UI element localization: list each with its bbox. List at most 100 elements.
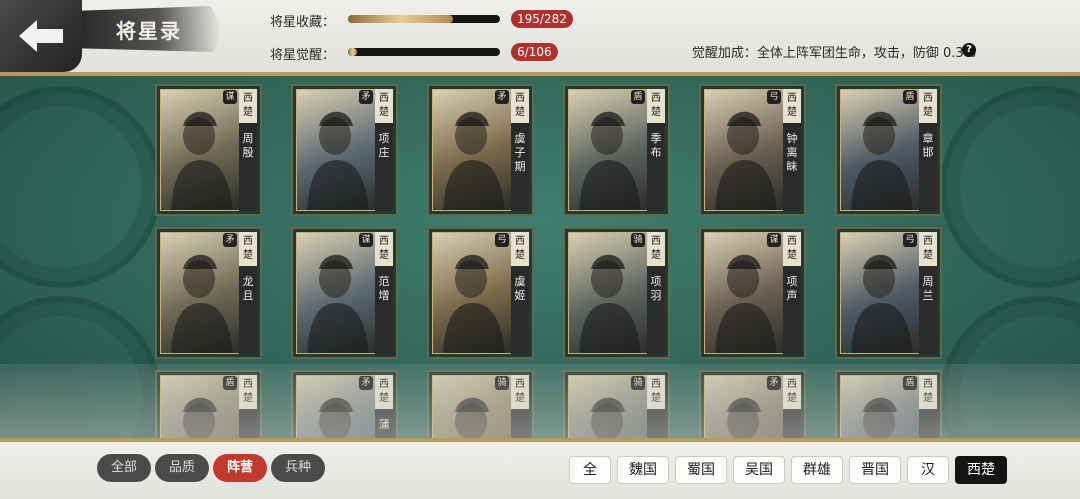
general-name: 章邯 [922, 132, 934, 159]
troop-class-badge: 骑 [495, 376, 509, 390]
faction-tag: 西楚 [239, 232, 257, 266]
general-card[interactable]: 西楚谋项声 [699, 227, 806, 359]
faction-tag: 西楚 [239, 89, 257, 123]
portrait-figure-icon [171, 254, 233, 353]
general-name: 项庄 [378, 132, 390, 159]
faction-tag: 西楚 [375, 232, 393, 266]
collection-progress-bar [348, 15, 500, 23]
general-card[interactable]: 西楚盾季布 [563, 84, 670, 216]
back-button[interactable] [0, 0, 82, 72]
general-name: 周兰 [922, 275, 934, 302]
general-portrait [704, 232, 784, 354]
general-portrait [568, 232, 648, 354]
faction-tag: 西楚 [239, 375, 257, 409]
general-portrait [840, 232, 920, 354]
portrait-figure-icon [307, 111, 369, 210]
portrait-figure-icon [579, 111, 641, 210]
faction-filter-button[interactable]: 汉 [907, 456, 949, 484]
faction-tag: 西楚 [919, 232, 937, 266]
portrait-figure-icon [715, 111, 777, 210]
faction-tag: 西楚 [511, 232, 529, 266]
general-card[interactable]: 西楚谋周殷 [155, 84, 262, 216]
faction-tag: 西楚 [919, 375, 937, 409]
troop-class-badge: 矛 [223, 233, 237, 247]
faction-tag: 西楚 [647, 232, 665, 266]
faction-tag: 西楚 [511, 89, 529, 123]
troop-class-badge: 弓 [903, 233, 917, 247]
collection-progress-fill [348, 15, 453, 23]
general-portrait [296, 232, 376, 354]
general-card[interactable]: 西楚矛龙且 [155, 227, 262, 359]
general-portrait [160, 232, 240, 354]
general-portrait [160, 89, 240, 211]
general-card[interactable]: 西楚弓虞姬 [427, 227, 534, 359]
general-card[interactable]: 西楚弓周兰 [835, 227, 942, 359]
general-portrait [840, 89, 920, 211]
troop-class-badge: 矛 [359, 376, 373, 390]
faction-filter-button[interactable]: 吴国 [733, 456, 785, 484]
back-arrow-icon [19, 20, 63, 52]
general-portrait [296, 89, 376, 211]
general-card[interactable]: 西楚骑 [427, 370, 534, 438]
right-ornament-bottom [940, 296, 1080, 438]
faction-tag: 西楚 [511, 375, 529, 409]
top-bar: 将星录 将星收藏： 195/282 将星觉醒： 6/106 觉醒加成：全体上阵军… [0, 0, 1080, 72]
general-card[interactable]: 西楚骑项羽 [563, 227, 670, 359]
sort-tab[interactable]: 阵营 [213, 454, 267, 482]
general-name: 项声 [786, 275, 798, 302]
sort-tab[interactable]: 兵种 [271, 454, 325, 482]
general-name: 虞子期 [514, 132, 526, 173]
troop-class-badge: 弓 [767, 90, 781, 104]
general-card[interactable]: 西楚弓钟离眛 [699, 84, 806, 216]
faction-tag: 西楚 [647, 89, 665, 123]
troop-class-badge: 谋 [359, 233, 373, 247]
troop-class-badge: 骑 [631, 376, 645, 390]
portrait-figure-icon [443, 111, 505, 210]
faction-tag: 西楚 [783, 232, 801, 266]
left-ornament-bottom [0, 296, 162, 438]
portrait-figure-icon [851, 254, 913, 353]
general-name: 项羽 [650, 275, 662, 302]
portrait-figure-icon [715, 254, 777, 353]
general-name: 虞姬 [514, 275, 526, 302]
general-card[interactable]: 西楚矛项庄 [291, 84, 398, 216]
general-card[interactable]: 西楚矛蒲 [291, 370, 398, 438]
sort-tab[interactable]: 品质 [155, 454, 209, 482]
faction-tag: 西楚 [919, 89, 937, 123]
faction-filter-button[interactable]: 蜀国 [675, 456, 727, 484]
faction-filter-button[interactable]: 群雄 [791, 456, 843, 484]
awaken-bonus-text: 觉醒加成：全体上阵军团生命，攻击，防御 0.3% [691, 46, 976, 61]
page-title: 将星录 [116, 18, 182, 43]
sort-tab[interactable]: 全部 [97, 454, 151, 482]
bottom-filter-bar: 全部 品质 阵营 兵种 全魏国 蜀国 吴国 群雄 晋国汉西楚 [0, 442, 1080, 499]
general-card[interactable]: 西楚盾章邯 [835, 84, 942, 216]
general-portrait [432, 232, 512, 354]
general-card[interactable]: 西楚骑 [563, 370, 670, 438]
collection-label: 将星收藏： [270, 15, 336, 30]
general-name: 周殷 [242, 132, 254, 159]
question-icon[interactable]: ? [962, 43, 976, 57]
general-card[interactable]: 西楚谋范增 [291, 227, 398, 359]
general-name: 范增 [378, 275, 390, 302]
general-name: 钟离眛 [786, 132, 798, 173]
general-card[interactable]: 西楚矛虞子期 [427, 84, 534, 216]
faction-filter-button[interactable]: 西楚 [955, 456, 1007, 484]
troop-class-badge: 矛 [767, 376, 781, 390]
faction-filter-button[interactable]: 全 [569, 456, 611, 484]
faction-filter-button[interactable]: 晋国 [849, 456, 901, 484]
general-card[interactable]: 西楚矛 [699, 370, 806, 438]
troop-class-badge: 谋 [223, 90, 237, 104]
faction-filter-button[interactable]: 魏国 [617, 456, 669, 484]
general-card[interactable]: 西楚盾 [155, 370, 262, 438]
general-name: 季布 [650, 132, 662, 159]
portrait-figure-icon [579, 254, 641, 353]
awaken-count-badge: 6/106 [511, 43, 558, 61]
faction-tag: 西楚 [375, 375, 393, 409]
portrait-figure-icon [171, 111, 233, 210]
general-portrait [568, 89, 648, 211]
general-card[interactable]: 西楚盾 [835, 370, 942, 438]
troop-class-badge: 盾 [903, 90, 917, 104]
portrait-figure-icon [307, 254, 369, 353]
troop-class-badge: 盾 [631, 90, 645, 104]
general-portrait [704, 89, 784, 211]
